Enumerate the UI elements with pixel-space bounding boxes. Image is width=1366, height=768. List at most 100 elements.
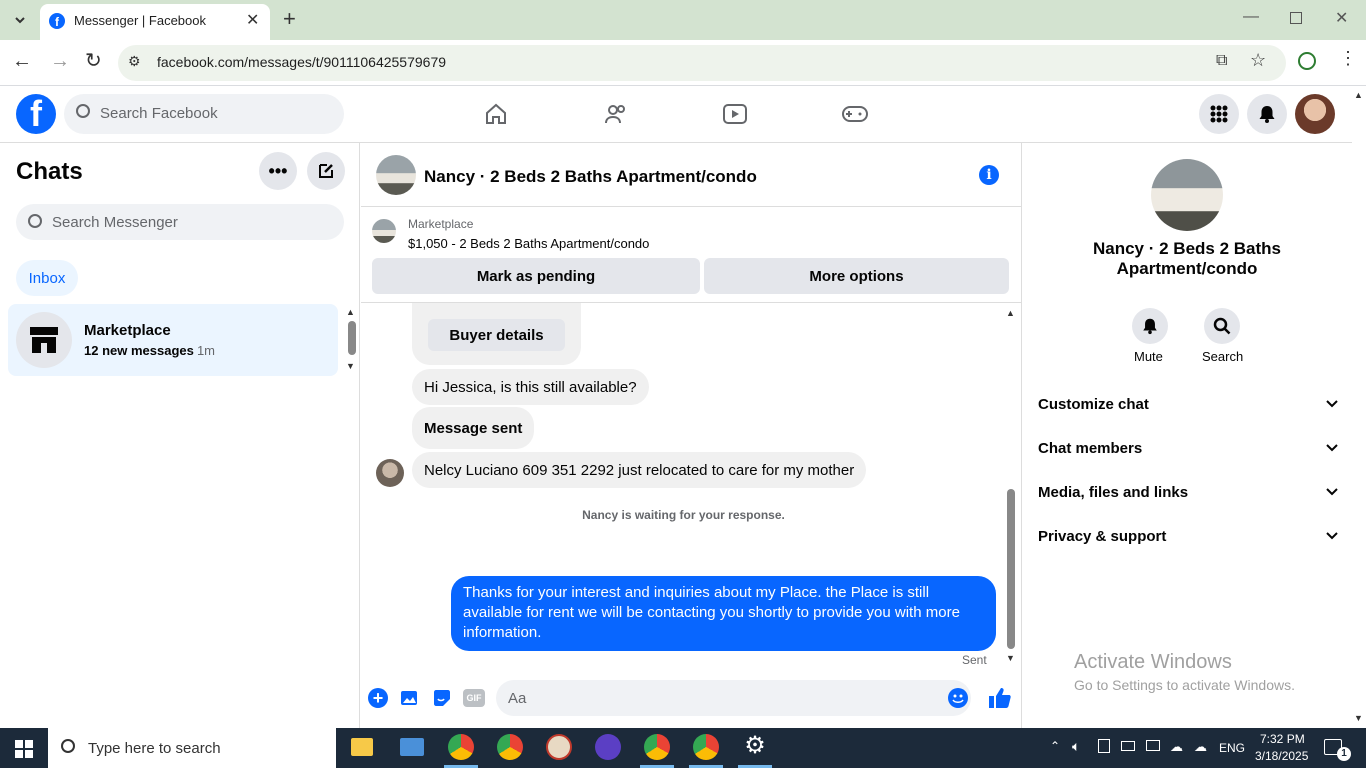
facebook-logo-icon[interactable]: f: [16, 94, 56, 134]
search-messenger-box[interactable]: Search Messenger: [16, 204, 344, 240]
close-window-button[interactable]: ✕: [1335, 8, 1348, 28]
search-in-chat-icon[interactable]: [1204, 308, 1240, 344]
inbox-filter-label: Inbox: [28, 269, 66, 287]
emoji-icon[interactable]: [948, 688, 968, 708]
thumbs-up-icon[interactable]: [988, 686, 1012, 710]
language-indicator[interactable]: ENG: [1219, 741, 1245, 755]
settings-gear-icon[interactable]: ⚙: [742, 733, 768, 759]
buyer-details-label: Buyer details: [449, 326, 544, 344]
new-message-compose-icon[interactable]: [307, 152, 345, 190]
message-text: Nelcy Luciano 609 351 2292 just relocate…: [424, 461, 855, 479]
paint-app-icon[interactable]: [546, 734, 572, 760]
mute-bell-icon[interactable]: [1132, 308, 1168, 344]
chrome-icon[interactable]: [644, 734, 670, 760]
media-files-links-section[interactable]: Media, files and links: [1038, 477, 1338, 507]
add-attachment-icon[interactable]: +: [368, 688, 388, 708]
section-label: Chat members: [1038, 439, 1143, 457]
incoming-message[interactable]: Message sent: [412, 407, 535, 449]
network-icon[interactable]: [1098, 739, 1110, 753]
battery-icon[interactable]: [1121, 741, 1135, 751]
chat-preview: 12 new messages: [84, 343, 194, 358]
chevron-down-icon: [15, 17, 25, 24]
volume-icon[interactable]: 🔈︎: [1072, 738, 1080, 755]
buyer-details-button[interactable]: Buyer details: [428, 319, 565, 351]
new-tab-button[interactable]: +: [283, 6, 296, 32]
chat-list-item[interactable]: Marketplace 12 new messages · 1m: [8, 304, 338, 376]
sender-avatar[interactable]: [376, 459, 404, 487]
close-icon[interactable]: ✕: [246, 10, 259, 30]
scroll-up-arrow-icon[interactable]: ▲: [346, 307, 355, 317]
file-explorer-icon[interactable]: [351, 738, 373, 756]
listing-title[interactable]: $1,050 - 2 Beds 2 Baths Apartment/condo: [408, 236, 649, 251]
outgoing-message[interactable]: Thanks for your interest and inquiries a…: [451, 576, 996, 651]
waiting-note: Nancy is waiting for your response.: [582, 508, 785, 522]
info-icon[interactable]: i: [979, 165, 999, 185]
home-icon[interactable]: [484, 102, 508, 126]
inbox-filter-tab[interactable]: Inbox: [16, 260, 78, 296]
chrome-icon[interactable]: [448, 734, 474, 760]
incoming-message[interactable]: Nelcy Luciano 609 351 2292 just relocate…: [412, 452, 867, 488]
section-label: Media, files and links: [1038, 483, 1189, 501]
sidebar-scrollbar-thumb[interactable]: [348, 321, 356, 355]
browser-tab-active[interactable]: f Messenger | Facebook ✕: [40, 4, 270, 40]
photo-icon[interactable]: [400, 688, 420, 708]
menu-grid-icon[interactable]: [1199, 94, 1239, 134]
listing-thumbnail[interactable]: [376, 155, 416, 195]
account-avatar[interactable]: [1295, 94, 1335, 134]
tray-chevron-up-icon[interactable]: ⌃: [1050, 739, 1060, 753]
chrome-icon[interactable]: [693, 734, 719, 760]
conversation-title[interactable]: Nancy · 2 Beds 2 Baths Apartment/condo: [424, 167, 757, 187]
more-options-button[interactable]: More options: [704, 258, 1009, 294]
url-text[interactable]: facebook.com/messages/t/9011106425579679: [157, 54, 446, 70]
back-arrow-icon[interactable]: ←: [12, 50, 32, 73]
iptv-app-icon[interactable]: [595, 734, 621, 760]
windows-start-icon[interactable]: [15, 740, 33, 758]
customize-chat-section[interactable]: Customize chat: [1038, 389, 1338, 419]
clock-date[interactable]: 3/18/2025: [1255, 749, 1308, 763]
reload-icon[interactable]: ↻: [85, 48, 102, 73]
facebook-search-box[interactable]: Search Facebook: [64, 94, 344, 134]
chat-members-section[interactable]: Chat members: [1038, 433, 1338, 463]
menu-kebab-icon[interactable]: ⋮: [1339, 48, 1357, 69]
sticker-icon[interactable]: [432, 688, 452, 708]
privacy-support-section[interactable]: Privacy & support: [1038, 521, 1338, 551]
cloud-sync-icon[interactable]: ☁: [1194, 739, 1207, 755]
message-composer-input[interactable]: Aa: [496, 680, 971, 716]
chat-details-avatar[interactable]: [1151, 159, 1223, 231]
notifications-bell-icon[interactable]: [1247, 94, 1287, 134]
profile-icon[interactable]: [1298, 52, 1316, 70]
buyer-details-card: Buyer details: [412, 303, 581, 365]
display-icon[interactable]: [1146, 740, 1160, 751]
bookmark-star-icon[interactable]: ☆: [1250, 50, 1266, 71]
gif-icon[interactable]: GIF: [463, 689, 485, 707]
restore-button[interactable]: [1290, 12, 1302, 24]
site-info-icon[interactable]: ⚙: [128, 53, 141, 70]
clock-time[interactable]: 7:32 PM: [1260, 732, 1305, 746]
scroll-down-arrow-icon[interactable]: ▼: [346, 361, 355, 371]
cloud-offline-icon[interactable]: ☁: [1170, 739, 1183, 755]
search-messenger-placeholder: Search Messenger: [52, 214, 178, 231]
tab-search-button[interactable]: [8, 8, 32, 32]
address-bar[interactable]: ⚙ facebook.com/messages/t/90111064255796…: [118, 45, 1286, 81]
install-app-icon[interactable]: ⧉: [1216, 52, 1227, 70]
options-ellipsis-icon[interactable]: •••: [259, 152, 297, 190]
video-icon[interactable]: [722, 102, 748, 126]
friends-icon[interactable]: [604, 102, 628, 126]
page-scroll-down-icon[interactable]: ▼: [1354, 713, 1363, 723]
scroll-up-arrow-icon[interactable]: ▲: [1006, 308, 1015, 318]
mark-as-pending-button[interactable]: Mark as pending: [372, 258, 700, 294]
facebook-search-placeholder: Search Facebook: [100, 105, 218, 122]
incoming-message[interactable]: Hi Jessica, is this still available?: [412, 369, 649, 405]
page-scroll-up-icon[interactable]: ▲: [1354, 90, 1363, 100]
gaming-icon[interactable]: [841, 104, 869, 124]
conversation-scrollbar-thumb[interactable]: [1007, 489, 1015, 649]
taskbar-search-box[interactable]: Type here to search: [48, 728, 336, 768]
chat-name: Marketplace: [84, 322, 171, 339]
remote-desktop-icon[interactable]: [400, 738, 424, 756]
minimize-button[interactable]: —: [1243, 8, 1259, 26]
chrome-icon[interactable]: [497, 734, 523, 760]
forward-arrow-icon[interactable]: →: [50, 50, 70, 73]
tab-title: Messenger | Facebook: [74, 13, 206, 28]
scroll-down-arrow-icon[interactable]: ▼: [1006, 653, 1015, 663]
activate-windows-title: Activate Windows: [1074, 651, 1232, 673]
